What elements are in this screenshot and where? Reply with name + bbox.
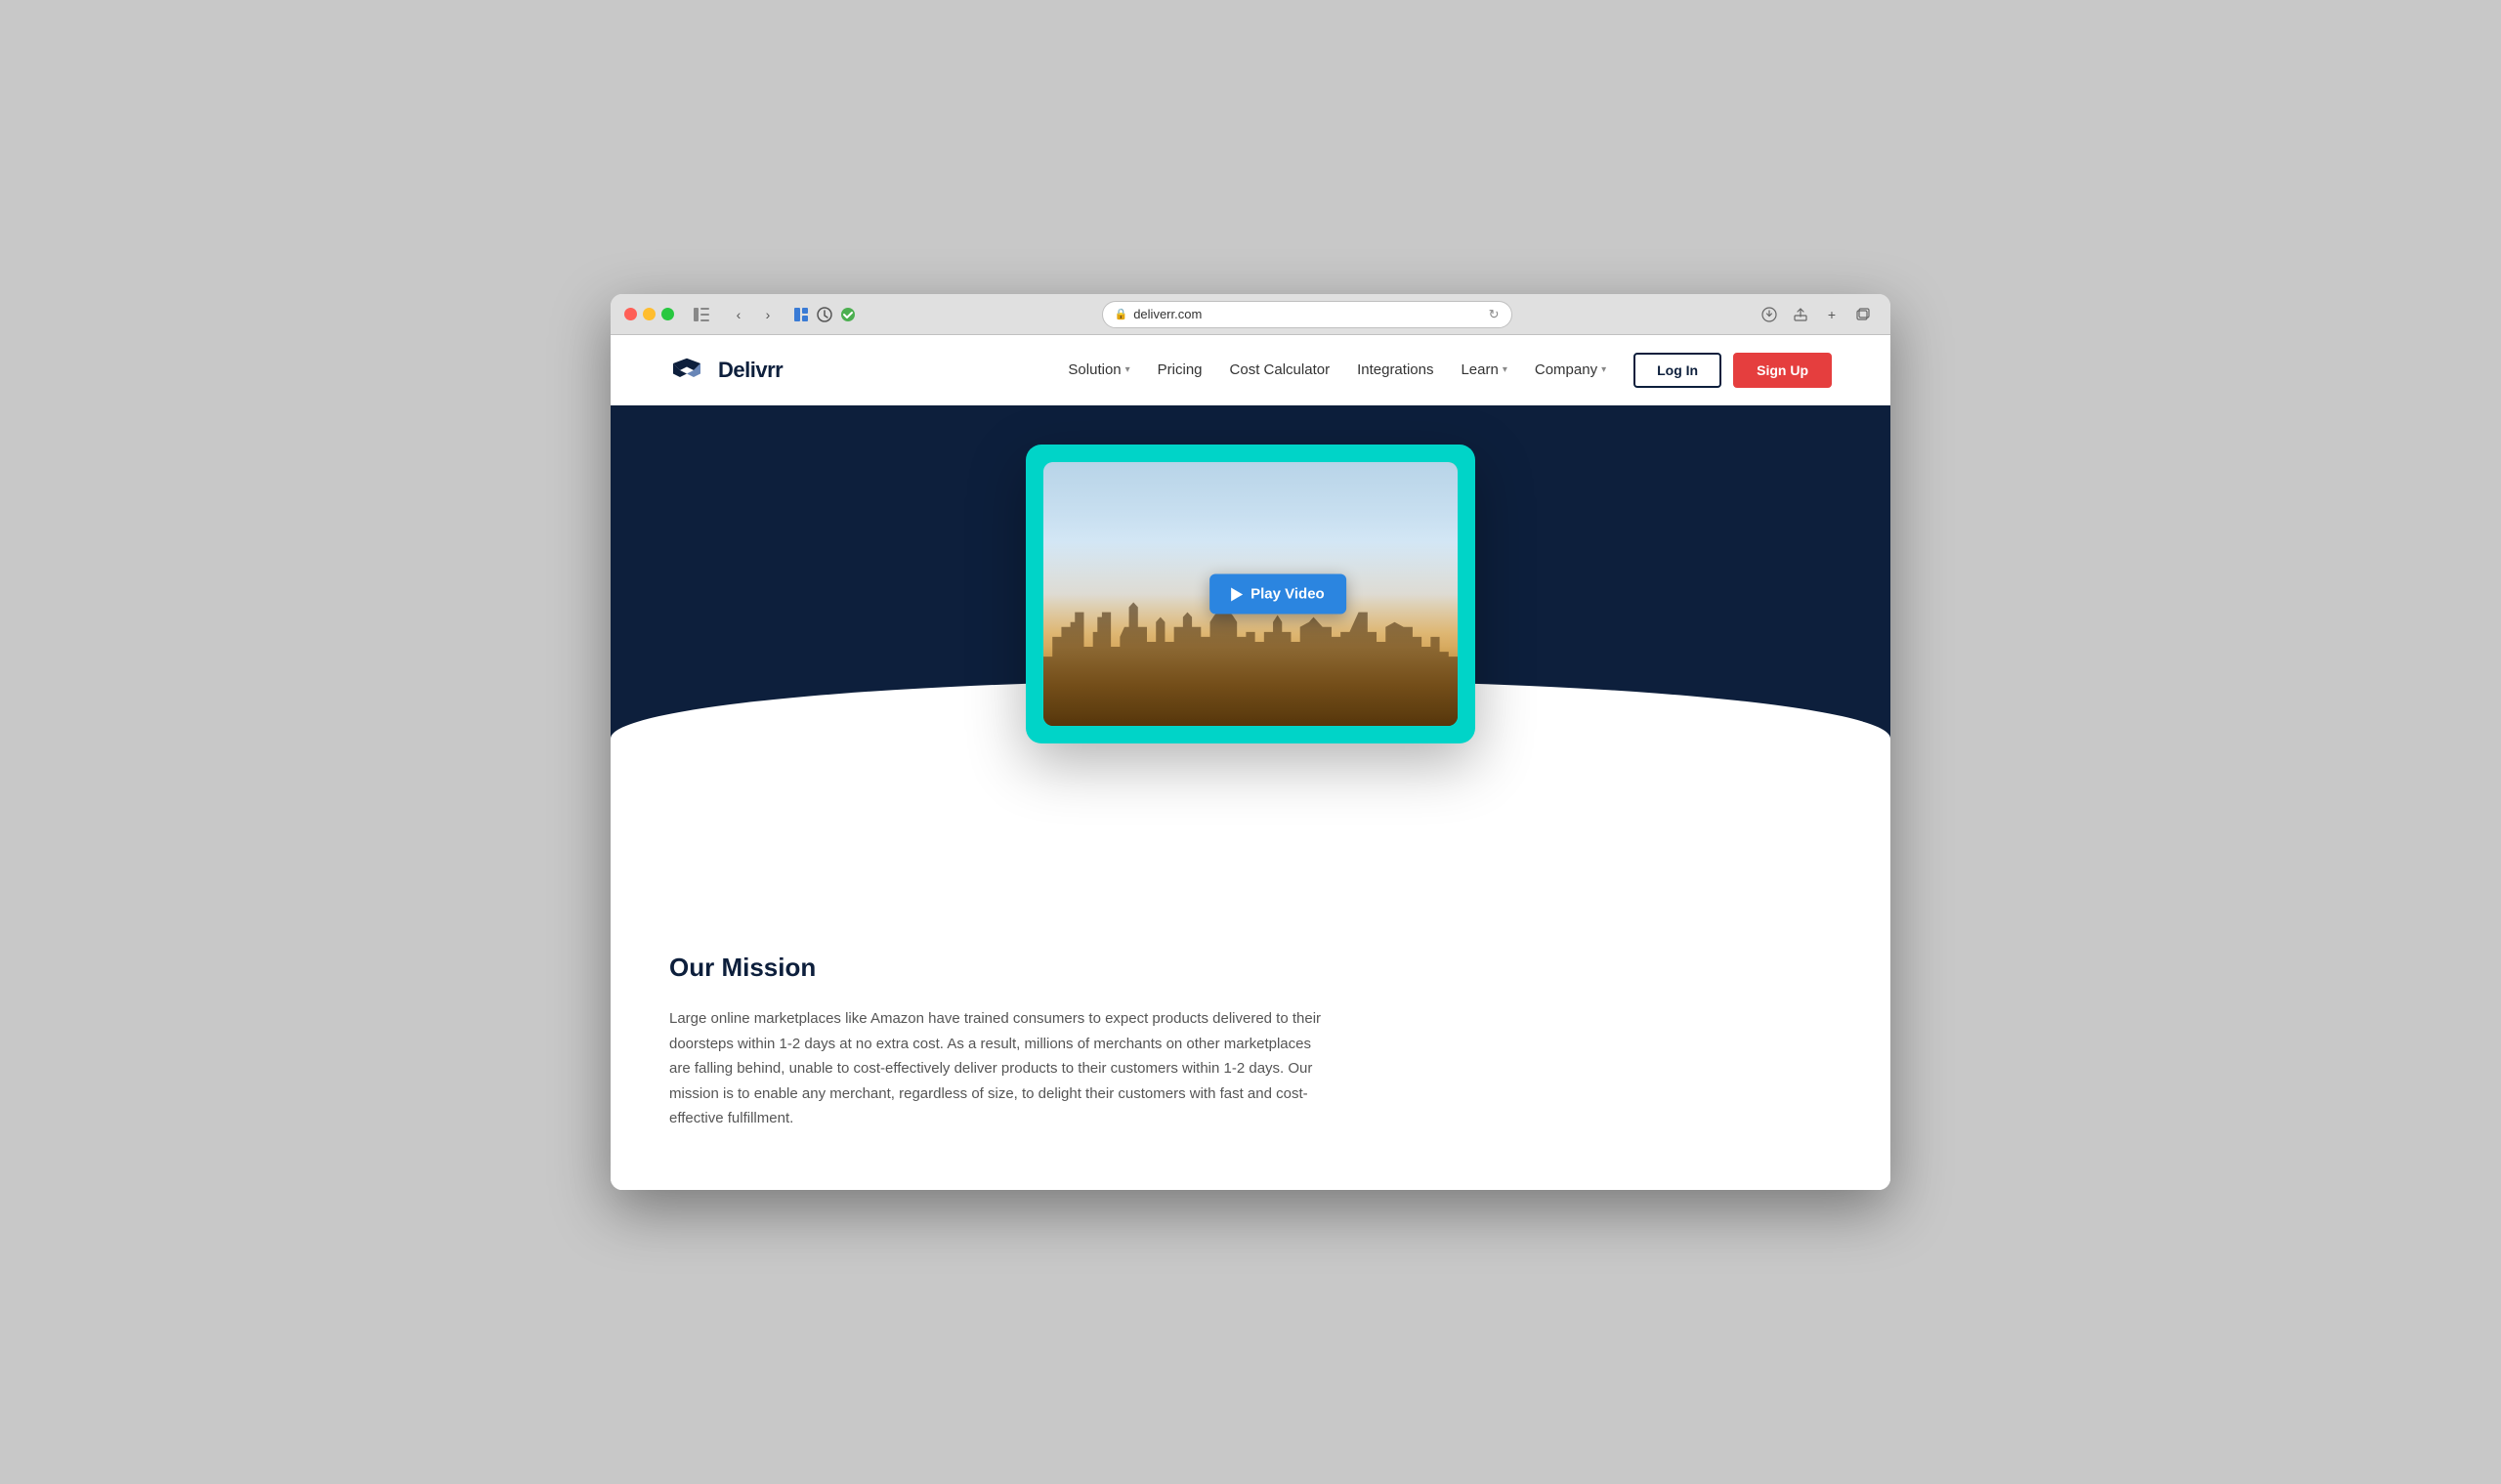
nav-integrations[interactable]: Integrations [1357, 361, 1433, 378]
logo-icon [669, 357, 704, 384]
page-content: Delivrr Solution ▾ Pricing Cost Calculat… [611, 335, 1890, 1190]
extension-icons [791, 305, 858, 324]
nav-pricing[interactable]: Pricing [1158, 361, 1203, 378]
nav-company[interactable]: Company ▾ [1535, 361, 1606, 378]
extension-icon-3[interactable] [838, 305, 858, 324]
chevron-down-icon: ▾ [1125, 364, 1130, 375]
browser-window: ‹ › [611, 294, 1890, 1190]
nav-cost-calculator[interactable]: Cost Calculator [1230, 361, 1331, 378]
navbar: Delivrr Solution ▾ Pricing Cost Calculat… [611, 335, 1890, 405]
minimize-button[interactable] [643, 308, 656, 320]
chevron-down-icon: ▾ [1503, 364, 1507, 375]
nav-buttons: ‹ › [725, 301, 782, 328]
browser-titlebar: ‹ › [611, 294, 1890, 335]
mission-section: Our Mission Large online marketplaces li… [611, 855, 1392, 1190]
mission-title: Our Mission [669, 953, 1334, 983]
refresh-button[interactable]: ↻ [1489, 307, 1500, 322]
login-button[interactable]: Log In [1633, 353, 1721, 388]
mission-section-wrapper: Our Mission Large online marketplaces li… [611, 777, 1890, 1190]
mission-body: Large online marketplaces like Amazon ha… [669, 1006, 1334, 1131]
extension-icon-2[interactable] [815, 305, 834, 324]
nav-learn[interactable]: Learn ▾ [1461, 361, 1506, 378]
new-tab-button[interactable]: + [1818, 301, 1845, 328]
address-bar-area: 🔒 deliverr.com ↻ [868, 301, 1746, 328]
play-icon [1231, 587, 1243, 601]
video-thumbnail: Play Video [1043, 462, 1458, 726]
maximize-button[interactable] [661, 308, 674, 320]
nav-actions: Log In Sign Up [1633, 353, 1832, 388]
sidebar-toggle-button[interactable] [688, 301, 715, 328]
browser-action-buttons: + [1756, 301, 1877, 328]
close-button[interactable] [624, 308, 637, 320]
chevron-down-icon: ▾ [1601, 364, 1606, 375]
video-card-wrapper: Play Video [1026, 445, 1475, 743]
nav-solution[interactable]: Solution ▾ [1068, 361, 1129, 378]
tabs-button[interactable] [1849, 301, 1877, 328]
logo-link[interactable]: Delivrr [669, 357, 783, 384]
video-card: Play Video [1026, 445, 1475, 743]
nav-links: Solution ▾ Pricing Cost Calculator Integ… [1068, 361, 1606, 378]
traffic-lights [624, 308, 674, 320]
address-bar[interactable]: 🔒 deliverr.com ↻ [1102, 301, 1512, 328]
hero-section: Play Video [611, 405, 1890, 777]
back-button[interactable]: ‹ [725, 301, 752, 328]
play-label: Play Video [1250, 586, 1325, 603]
extension-icon-1[interactable] [791, 305, 811, 324]
lock-icon: 🔒 [1115, 308, 1128, 320]
url-text: deliverr.com [1133, 307, 1202, 321]
download-button[interactable] [1756, 301, 1783, 328]
logo-text: Delivrr [718, 358, 783, 383]
play-video-button[interactable]: Play Video [1209, 574, 1346, 615]
forward-button[interactable]: › [754, 301, 782, 328]
signup-button[interactable]: Sign Up [1733, 353, 1832, 388]
share-button[interactable] [1787, 301, 1814, 328]
